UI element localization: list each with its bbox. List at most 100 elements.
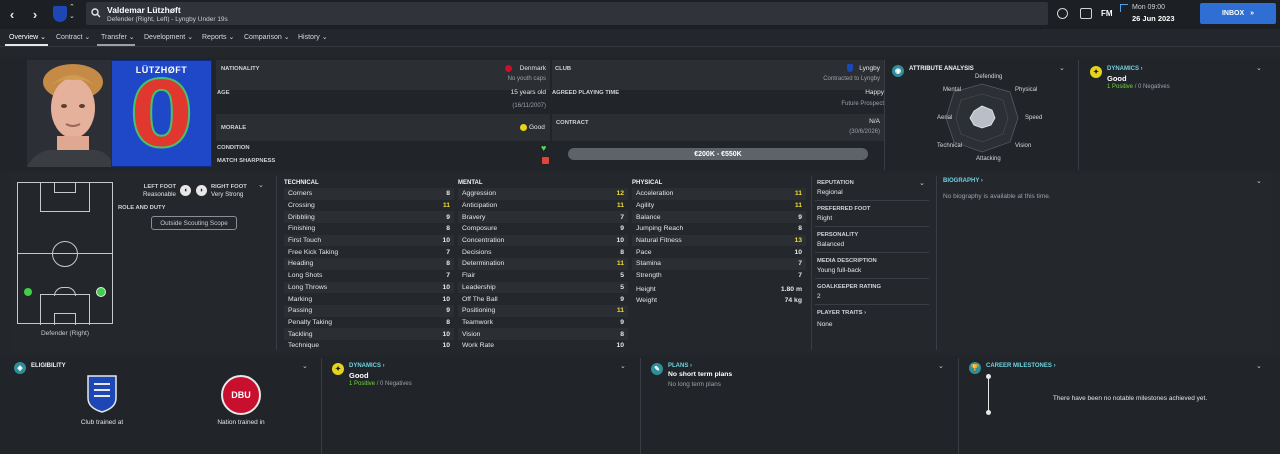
attribute-row-mental[interactable]: Leadership 5 — [458, 281, 628, 294]
info-chevron-icon[interactable]: ⌄ — [919, 179, 925, 187]
attribute-row-technical[interactable]: Tackling 10 — [284, 328, 454, 340]
tab-overview[interactable]: Overview ⌄ — [9, 33, 46, 41]
attribute-row-technical[interactable]: Finishing 8 — [284, 223, 454, 235]
player-header-box[interactable]: Valdemar Lützhøft Defender (Right, Left)… — [86, 2, 1048, 25]
attribute-row-technical[interactable]: Passing 9 — [284, 305, 454, 317]
attribute-name: Teamwork — [462, 318, 493, 326]
attribute-row-physical[interactable]: Agility 11 — [632, 200, 806, 212]
position-left-back-marker[interactable] — [24, 288, 32, 296]
nationality-value[interactable]: Denmark — [516, 65, 546, 72]
transfer-value-bar[interactable]: €200K - €550K — [568, 148, 868, 160]
dynamics-chevron-icon[interactable]: ⌄ — [1256, 64, 1262, 72]
attribute-analysis-icon: ◉ — [892, 65, 904, 77]
attribute-name: Tackling — [288, 330, 313, 338]
plans-title-link[interactable]: PLANS › — [668, 363, 692, 369]
attribute-row-technical[interactable]: Dribbling 9 — [284, 211, 454, 223]
dynamics-bottom-chevron-icon[interactable]: ⌄ — [620, 362, 626, 370]
attribute-analysis-chevron-icon[interactable]: ⌄ — [1059, 64, 1065, 72]
radar-label-technical: Technical — [937, 143, 963, 149]
personality-value: Balanced — [817, 241, 845, 248]
attribute-row-mental[interactable]: Aggression 12 — [458, 188, 628, 200]
attribute-row-physical[interactable]: Balance 9 — [632, 211, 806, 223]
eligibility-chevron-icon[interactable]: ⌄ — [302, 362, 308, 370]
dbu-crest-icon[interactable]: DBU — [221, 375, 261, 415]
attribute-row-technical[interactable]: Corners 8 — [284, 188, 454, 200]
outside-scouting-scope-button[interactable]: Outside Scouting Scope — [151, 216, 237, 230]
attribute-row-physical[interactable]: Acceleration 11 — [632, 188, 806, 200]
attribute-row-technical[interactable]: Long Throws 10 — [284, 281, 454, 294]
club-contract-status: Contracted to Lyngby — [823, 76, 880, 82]
tab-history[interactable]: History ⌄ — [298, 33, 328, 41]
attribute-row-physical[interactable]: Stamina 7 — [632, 258, 806, 270]
attribute-row-mental[interactable]: Decisions 8 — [458, 247, 628, 259]
attribute-row-mental[interactable]: Anticipation 11 — [458, 200, 628, 212]
attribute-name: Heading — [288, 260, 314, 268]
attribute-row-technical[interactable]: Marking 10 — [284, 293, 454, 305]
attribute-row-technical[interactable]: Heading 8 — [284, 258, 454, 270]
position-right-back-marker[interactable] — [96, 287, 106, 297]
tab-reports[interactable]: Reports ⌄ — [202, 33, 234, 41]
morale-smiley-icon — [520, 124, 527, 131]
tab-contract[interactable]: Contract ⌄ — [56, 33, 90, 41]
attribute-row-mental[interactable]: Work Rate 10 — [458, 340, 628, 352]
attribute-name: Pace — [636, 248, 652, 256]
attribute-row-mental[interactable]: Composure 9 — [458, 223, 628, 235]
attribute-row-physical[interactable]: Natural Fitness 13 — [632, 234, 806, 247]
plans-chevron-icon[interactable]: ⌄ — [938, 362, 944, 370]
attribute-row-mental[interactable]: Concentration 10 — [458, 234, 628, 247]
attribute-row-mental[interactable]: Vision 8 — [458, 328, 628, 340]
inbox-tray-icon[interactable] — [1080, 8, 1092, 19]
manager-icon[interactable] — [1057, 8, 1068, 19]
dynamics-title-link[interactable]: DYNAMICS › — [1107, 66, 1143, 72]
club-trained-crest-icon[interactable] — [84, 374, 120, 414]
attribute-name: Passing — [288, 307, 313, 315]
attribute-row-technical[interactable]: Penalty Taking 8 — [284, 317, 454, 329]
attribute-row-mental[interactable]: Off The Ball 9 — [458, 293, 628, 305]
tab-comparison[interactable]: Comparison ⌄ — [244, 33, 290, 41]
attribute-row-mental[interactable]: Determination 11 — [458, 258, 628, 270]
attribute-value: 9 — [446, 213, 450, 221]
career-milestones-title-link[interactable]: CAREER MILESTONES › — [986, 363, 1056, 369]
continue-inbox-button[interactable]: INBOX » — [1200, 3, 1276, 24]
morale-row — [216, 114, 550, 141]
attribute-name: Stamina — [636, 260, 661, 268]
position-pitch — [17, 182, 113, 325]
attribute-value: 9 — [620, 318, 624, 326]
divider — [936, 176, 937, 350]
attribute-row-technical[interactable]: Free Kick Taking 7 — [284, 247, 454, 259]
attribute-row-physical[interactable]: Strength 7 — [632, 270, 806, 282]
attribute-row-physical[interactable]: Jumping Reach 8 — [632, 223, 806, 235]
biography-chevron-icon[interactable]: ⌄ — [1256, 177, 1262, 185]
attribute-row-technical[interactable]: Crossing 11 — [284, 200, 454, 212]
attribute-row-mental[interactable]: Bravery 7 — [458, 211, 628, 223]
attribute-row-mental[interactable]: Positioning 11 — [458, 305, 628, 317]
dynamics-bottom-title-link[interactable]: DYNAMICS › — [349, 363, 385, 369]
player-name: Valdemar Lützhøft — [107, 5, 181, 15]
attribute-row-technical[interactable]: Technique 10 — [284, 340, 454, 352]
position-chevron-icon[interactable]: ⌄ — [258, 181, 264, 189]
attribute-value: 12 — [616, 190, 624, 198]
back-chevron-icon[interactable]: ‹ — [4, 3, 20, 25]
attribute-name: Balance — [636, 213, 661, 221]
player-traits-link[interactable]: PLAYER TRAITS › — [817, 310, 866, 316]
attribute-row-technical[interactable]: First Touch 10 — [284, 234, 454, 247]
attribute-row-physical[interactable]: Pace 10 — [632, 247, 806, 259]
attribute-row-technical[interactable]: Long Shots 7 — [284, 270, 454, 282]
attribute-value: 9 — [620, 225, 624, 233]
dynamics-bottom-icon: ✦ — [332, 363, 344, 375]
fm-menu-button[interactable]: FM — [1101, 9, 1113, 18]
up-down-arrows-icon[interactable]: ⌃ ⌄ — [69, 3, 75, 21]
club-value[interactable]: Lyngby — [840, 65, 880, 72]
forward-chevron-icon[interactable]: › — [27, 3, 43, 25]
top-bar: ‹ › ⌃ ⌄ Valdemar Lützhøft Defender (Right… — [0, 0, 1280, 29]
tab-transfer[interactable]: Transfer ⌄ — [101, 33, 135, 41]
morale-value: Good — [529, 124, 545, 131]
attribute-row-mental[interactable]: Teamwork 9 — [458, 317, 628, 329]
career-milestones-chevron-icon[interactable]: ⌄ — [1256, 362, 1262, 370]
attribute-row-mental[interactable]: Flair 5 — [458, 270, 628, 282]
club-crest-icon[interactable] — [53, 6, 67, 22]
tab-development[interactable]: Development ⌄ — [144, 33, 193, 41]
biography-title-link[interactable]: BIOGRAPHY › — [943, 178, 983, 184]
attribute-value: 10 — [442, 330, 450, 338]
weight-label: Weight — [636, 297, 658, 305]
